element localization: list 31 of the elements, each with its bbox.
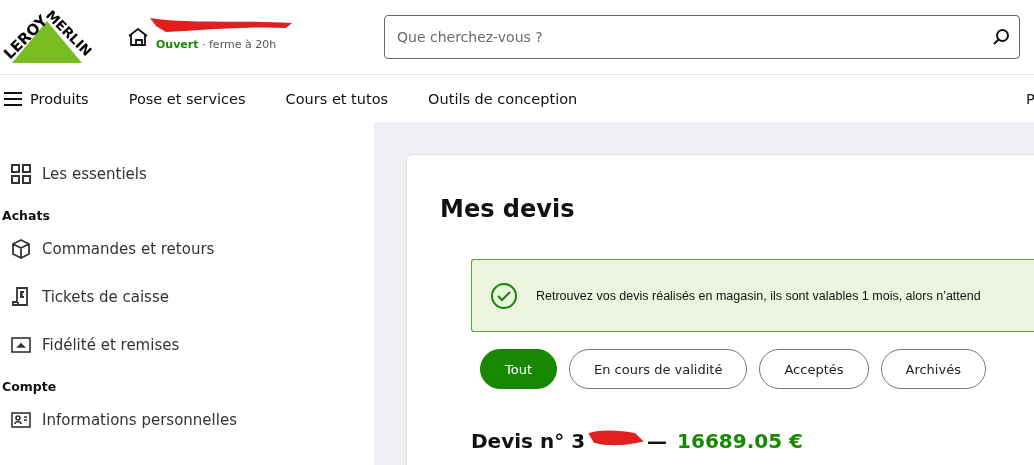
search-field[interactable]: Que cherchez-vous ? <box>384 15 1020 59</box>
sidebar-item[interactable]: Tickets de caisse <box>0 273 374 321</box>
filter-chip[interactable]: Tout <box>480 349 558 389</box>
sidebar-item[interactable]: Commandes et retours <box>0 225 374 273</box>
page-title: Mes devis <box>440 195 576 223</box>
check-circle-icon <box>490 281 518 310</box>
filter-chip[interactable]: Archivés <box>880 349 986 389</box>
id-card-icon <box>10 409 32 431</box>
section-heading: Compte <box>1 379 58 394</box>
nav-link[interactable]: Pose et services <box>128 90 246 107</box>
sidebar-item[interactable]: Les essentiels <box>0 150 374 198</box>
section-heading: Achats <box>1 208 51 223</box>
quote-amount: 16689.05 € <box>677 429 803 453</box>
menu-icon <box>4 91 22 106</box>
search-icon[interactable] <box>992 28 1010 46</box>
dash: — <box>647 429 668 453</box>
nav-link[interactable]: Cours et tutos <box>285 90 389 107</box>
store-icon <box>128 28 148 46</box>
nav-link[interactable]: Outils de conception <box>428 90 578 107</box>
filter-chip[interactable]: Acceptés <box>759 349 869 389</box>
nav-link[interactable]: P <box>1026 90 1034 107</box>
quote-title: Devis n° 3 <box>471 429 586 453</box>
box-icon <box>10 238 32 260</box>
sidebar-item[interactable]: Fidélité et remises <box>0 321 374 369</box>
card-icon <box>10 334 32 356</box>
filter-chip[interactable]: En cours de validité <box>569 349 748 389</box>
store-hours: Ouvert · ferme à 20h <box>156 37 277 51</box>
sidebar-item[interactable]: Informations personnelles <box>0 396 374 444</box>
grid-icon <box>10 163 32 185</box>
nav-link[interactable]: Produits <box>4 90 89 107</box>
info-text: Retrouvez vos devis réalisés en magasin, ils sont valables 1 mois, alors n’attend <box>536 288 981 303</box>
